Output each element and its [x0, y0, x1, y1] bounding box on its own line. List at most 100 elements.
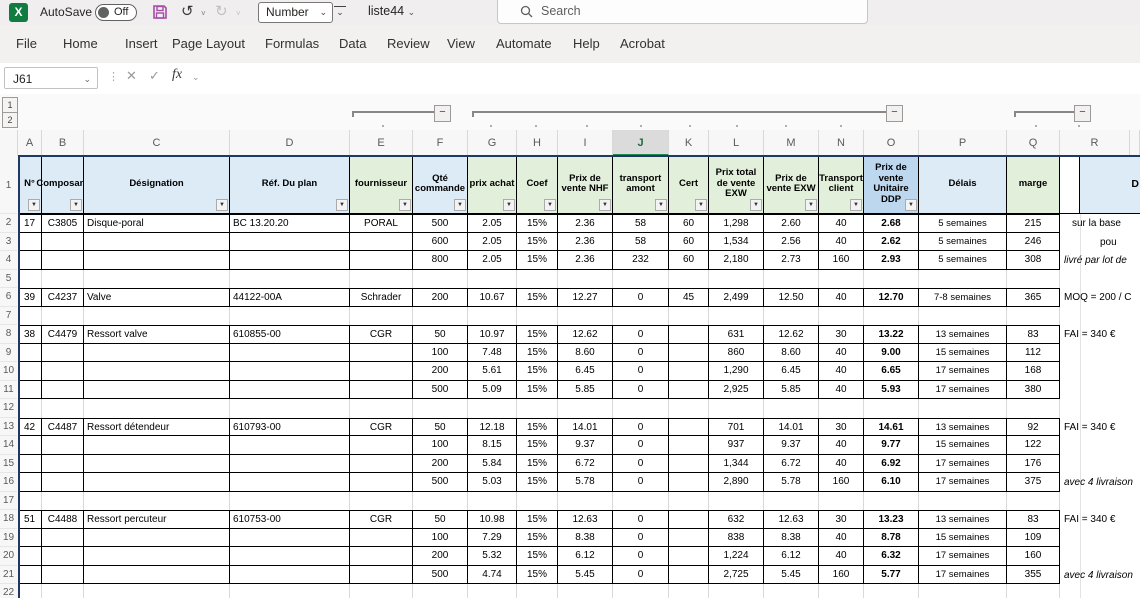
cell-H5[interactable] — [517, 269, 558, 288]
cell-B20[interactable] — [42, 547, 84, 566]
cell-C15[interactable] — [84, 454, 230, 473]
cell-C11[interactable] — [84, 380, 230, 399]
cell-O20[interactable]: 6.32 — [864, 547, 919, 566]
chevron-down-icon[interactable]: ⌄ — [192, 72, 200, 83]
row-header-8[interactable]: 8 — [0, 325, 17, 344]
cell-M2[interactable]: 2.60 — [764, 214, 819, 233]
cell-F8[interactable]: 50 — [413, 325, 468, 344]
cell-J7[interactable] — [613, 306, 669, 325]
cell-F11[interactable]: 500 — [413, 380, 468, 399]
note-cell-4[interactable]: livré par lot de — [1062, 252, 1140, 271]
cell-M10[interactable]: 6.45 — [764, 362, 819, 381]
note-cell-2[interactable]: sur la base — [1062, 215, 1140, 234]
cell-B5[interactable] — [42, 269, 84, 288]
undo-icon[interactable]: ↺ — [181, 2, 194, 20]
cell-G7[interactable] — [468, 306, 517, 325]
cell-C22[interactable] — [84, 584, 230, 598]
cell-O3[interactable]: 2.62 — [864, 232, 919, 251]
cell-O15[interactable]: 6.92 — [864, 454, 919, 473]
note-cell-16[interactable]: avec 4 livraison — [1062, 474, 1140, 493]
cell-P5[interactable] — [919, 269, 1007, 288]
cell-K16[interactable] — [669, 473, 709, 492]
cell-P19[interactable]: 15 semaines — [919, 528, 1007, 547]
row-header-17[interactable]: 17 — [0, 492, 17, 510]
cell-C18[interactable]: Ressort percuteur — [84, 510, 230, 529]
cell-B15[interactable] — [42, 454, 84, 473]
cell-H6[interactable]: 15% — [517, 288, 558, 307]
column-header-E[interactable]: E — [350, 130, 413, 156]
workbook-title[interactable]: liste44 ⌄ — [368, 4, 415, 18]
ribbon-tab-data[interactable]: Data — [339, 25, 366, 63]
cell-J3[interactable]: 58 — [613, 232, 669, 251]
cell-C14[interactable] — [84, 436, 230, 455]
table-header-E[interactable]: fournisseur ▼ — [350, 157, 413, 214]
collapse-group-icon[interactable]: − — [886, 105, 903, 122]
cell-C4[interactable] — [84, 251, 230, 270]
table-header-M[interactable]: Prix de vente EXW ▼ — [764, 157, 819, 214]
cell-B6[interactable]: C4237 — [42, 288, 84, 307]
column-header-Q[interactable]: Q — [1007, 130, 1060, 156]
table-header-F[interactable]: Qté commande ▼ — [413, 157, 468, 214]
table-header-P[interactable]: Délais — [919, 157, 1007, 214]
table-header-I[interactable]: Prix de vente NHF ▼ — [558, 157, 613, 214]
cell-G19[interactable]: 7.29 — [468, 528, 517, 547]
cell-K3[interactable]: 60 — [669, 232, 709, 251]
table-header-H[interactable]: Coef ▼ — [517, 157, 558, 214]
cell-A10[interactable] — [18, 362, 42, 381]
cell-K13[interactable] — [669, 417, 709, 436]
cell-H11[interactable]: 15% — [517, 380, 558, 399]
cell-Q6[interactable]: 365 — [1007, 288, 1060, 307]
cell-N5[interactable] — [819, 269, 864, 288]
cell-I2[interactable]: 2.36 — [558, 214, 613, 233]
cell-J5[interactable] — [613, 269, 669, 288]
formula-input[interactable] — [212, 65, 1138, 91]
cell-F6[interactable]: 200 — [413, 288, 468, 307]
cell-B21[interactable] — [42, 565, 84, 584]
table-header-K[interactable]: Cert ▼ — [669, 157, 709, 214]
cell-B3[interactable] — [42, 232, 84, 251]
cell-G3[interactable]: 2.05 — [468, 232, 517, 251]
cell-I19[interactable]: 8.38 — [558, 528, 613, 547]
cell-F13[interactable]: 50 — [413, 417, 468, 436]
cell-D11[interactable] — [230, 380, 350, 399]
cell-M7[interactable] — [764, 306, 819, 325]
cell-B12[interactable] — [42, 399, 84, 418]
cell-K5[interactable] — [669, 269, 709, 288]
cell-D9[interactable] — [230, 343, 350, 362]
cell-E19[interactable] — [350, 528, 413, 547]
cell-G12[interactable] — [468, 399, 517, 418]
cell-P9[interactable]: 15 semaines — [919, 343, 1007, 362]
cell-C13[interactable]: Ressort détendeur — [84, 417, 230, 436]
cell-N13[interactable]: 30 — [819, 417, 864, 436]
cell-P18[interactable]: 13 semaines — [919, 510, 1007, 529]
cell-P20[interactable]: 17 semaines — [919, 547, 1007, 566]
cell-L4[interactable]: 2,180 — [709, 251, 764, 270]
cell-G18[interactable]: 10.98 — [468, 510, 517, 529]
cell-M20[interactable]: 6.12 — [764, 547, 819, 566]
cell-K6[interactable]: 45 — [669, 288, 709, 307]
cell-G11[interactable]: 5.09 — [468, 380, 517, 399]
row-header-19[interactable]: 19 — [0, 529, 17, 547]
cell-J12[interactable] — [613, 399, 669, 418]
cell-L21[interactable]: 2,725 — [709, 565, 764, 584]
cell-P16[interactable]: 17 semaines — [919, 473, 1007, 492]
cell-L13[interactable]: 701 — [709, 417, 764, 436]
cell-K15[interactable] — [669, 454, 709, 473]
cell-F7[interactable] — [413, 306, 468, 325]
cell-B14[interactable] — [42, 436, 84, 455]
ribbon-tab-home[interactable]: Home — [63, 25, 98, 63]
cell-M17[interactable] — [764, 491, 819, 510]
cell-H17[interactable] — [517, 491, 558, 510]
cell-E9[interactable] — [350, 343, 413, 362]
cell-D3[interactable] — [230, 232, 350, 251]
cell-B16[interactable] — [42, 473, 84, 492]
cell-E12[interactable] — [350, 399, 413, 418]
cell-I21[interactable]: 5.45 — [558, 565, 613, 584]
cell-F17[interactable] — [413, 491, 468, 510]
cell-O12[interactable] — [864, 399, 919, 418]
cell-L2[interactable]: 1,298 — [709, 214, 764, 233]
cell-B13[interactable]: C4487 — [42, 417, 84, 436]
cell-L18[interactable]: 632 — [709, 510, 764, 529]
cell-A21[interactable] — [18, 565, 42, 584]
cell-N10[interactable]: 40 — [819, 362, 864, 381]
